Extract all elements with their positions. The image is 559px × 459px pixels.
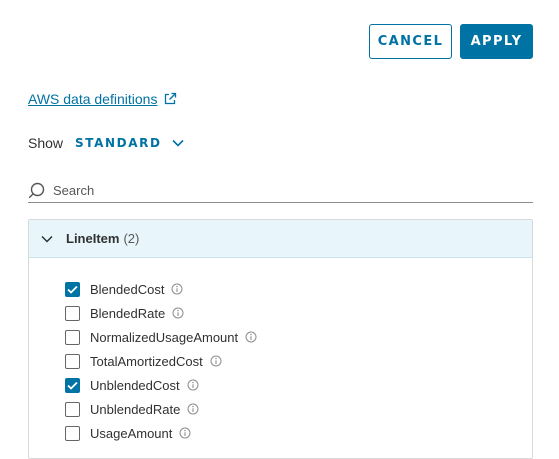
field-group-panel: LineItem (2) BlendedCost BlendedRate Norma… xyxy=(28,219,533,459)
search-input[interactable] xyxy=(51,181,515,199)
field-row[interactable]: TotalAmortizedCost xyxy=(65,349,257,373)
field-label: TotalAmortizedCost xyxy=(90,353,203,369)
search-icon xyxy=(28,182,45,199)
field-label: NormalizedUsageAmount xyxy=(90,329,239,345)
field-checkbox[interactable] xyxy=(65,353,80,369)
info-icon[interactable] xyxy=(172,307,184,319)
field-row[interactable]: UnblendedRate xyxy=(65,397,257,421)
field-checkbox[interactable] xyxy=(65,281,80,297)
aws-data-definitions-label: AWS data definitions xyxy=(28,91,158,107)
info-icon[interactable] xyxy=(187,379,199,391)
aws-data-definitions-link[interactable]: AWS data definitions xyxy=(28,91,177,107)
apply-button[interactable]: APPLY xyxy=(460,24,533,59)
field-list: BlendedCost BlendedRate NormalizedUsageAmo… xyxy=(65,277,257,445)
field-label: BlendedCost xyxy=(90,281,165,297)
field-row[interactable]: UsageAmount xyxy=(65,421,257,445)
field-checkbox[interactable] xyxy=(65,305,80,321)
group-count: (2) xyxy=(123,231,140,246)
field-label: UnblendedRate xyxy=(90,401,181,417)
show-label: Show xyxy=(28,135,64,151)
field-checkbox[interactable] xyxy=(65,401,80,417)
group-header-lineitem[interactable]: LineItem (2) xyxy=(29,220,532,258)
show-row: Show STANDARD xyxy=(28,135,184,151)
info-icon[interactable] xyxy=(179,427,191,439)
info-icon[interactable] xyxy=(171,283,183,295)
field-row[interactable]: UnblendedCost xyxy=(65,373,257,397)
field-label: UsageAmount xyxy=(90,425,173,441)
field-row[interactable]: NormalizedUsageAmount xyxy=(65,325,257,349)
cancel-button[interactable]: CANCEL xyxy=(369,24,452,59)
external-link-icon xyxy=(163,92,177,106)
field-label: UnblendedCost xyxy=(90,377,180,393)
field-checkbox[interactable] xyxy=(65,377,80,393)
field-label: BlendedRate xyxy=(90,305,166,321)
show-selected-value: STANDARD xyxy=(75,136,162,150)
field-row[interactable]: BlendedCost xyxy=(65,277,257,301)
chevron-down-icon xyxy=(171,139,184,147)
search-field[interactable] xyxy=(28,178,533,203)
info-icon[interactable] xyxy=(210,355,222,367)
group-name: LineItem xyxy=(66,231,120,246)
info-icon[interactable] xyxy=(187,403,199,415)
field-checkbox[interactable] xyxy=(65,329,80,345)
info-icon[interactable] xyxy=(245,331,257,343)
field-checkbox[interactable] xyxy=(65,425,80,441)
chevron-down-icon[interactable] xyxy=(41,235,53,243)
show-select[interactable]: STANDARD xyxy=(75,136,184,150)
field-row[interactable]: BlendedRate xyxy=(65,301,257,325)
